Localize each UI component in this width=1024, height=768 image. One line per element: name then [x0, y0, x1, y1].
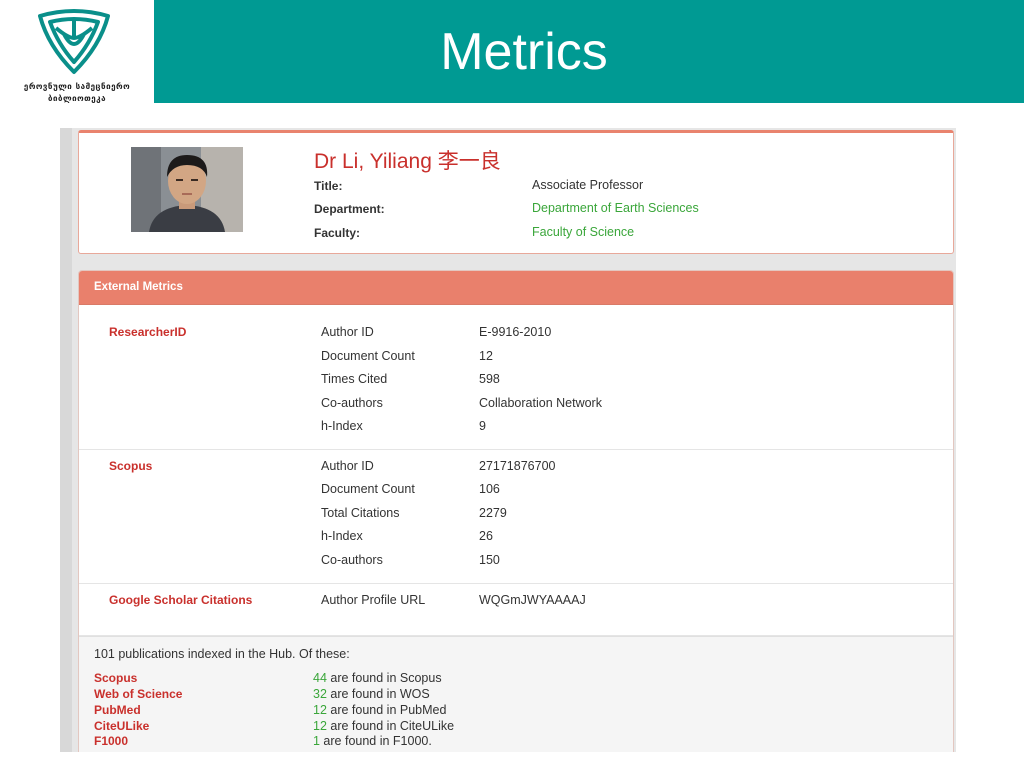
scopus-section: Scopus Author ID 27171876700 Document Co…: [79, 449, 953, 584]
logo-text-line1: ეროვნული სამეცნიერო: [23, 82, 131, 91]
metric-label: Author Profile URL: [321, 593, 426, 607]
hub-wos-text: 32 are found in WOS: [313, 687, 430, 701]
hub-scopus-desc: are found in Scopus: [326, 671, 442, 685]
metric-label: Document Count: [321, 349, 415, 363]
metric-label: Times Cited: [321, 372, 388, 386]
header-band: Metrics: [154, 0, 1024, 103]
google-scholar-heading[interactable]: Google Scholar Citations: [109, 593, 252, 607]
profile-screenshot: Dr Li, Yiliang 李一良 Title: Associate Prof…: [60, 128, 956, 752]
metric-label: h-Index: [321, 529, 363, 543]
metrics-panel-title: External Metrics: [94, 281, 183, 293]
logo-text-line2: ბიბლიოთეკა: [47, 94, 107, 103]
hub-pubmed-count[interactable]: 12: [313, 703, 327, 717]
hub-citeulike-text: 12 are found in CiteULike: [313, 719, 454, 733]
metric-label: Document Count: [321, 482, 415, 496]
metric-label: Co-authors: [321, 553, 383, 567]
scopus-total-citations-link[interactable]: 2279: [479, 506, 507, 520]
profile-card: Dr Li, Yiliang 李一良 Title: Associate Prof…: [78, 130, 954, 254]
hub-citeulike-desc: are found in CiteULike: [326, 719, 455, 733]
metric-label: Co-authors: [321, 396, 383, 410]
researcherid-coauthors-link[interactable]: Collaboration Network: [479, 396, 602, 410]
department-label: Department:: [314, 202, 385, 216]
researcherid-h-index-value: 9: [479, 419, 486, 433]
hub-citeulike-link[interactable]: CiteULike: [94, 719, 149, 733]
metric-label: Total Citations: [321, 506, 400, 520]
title-label: Title:: [314, 179, 343, 193]
slide-title: Metrics: [440, 23, 608, 81]
hub-f1000-desc: are found in F1000.: [319, 734, 432, 748]
researcherid-document-count-link[interactable]: 12: [479, 349, 493, 363]
hub-citeulike-count[interactable]: 12: [313, 719, 327, 733]
metric-label: h-Index: [321, 419, 363, 433]
scopus-heading[interactable]: Scopus: [109, 459, 152, 473]
hub-pubmed-text: 12 are found in PubMed: [313, 703, 446, 717]
hub-pubmed-desc: are found in PubMed: [326, 703, 447, 717]
profile-photo: [131, 147, 243, 232]
hub-f1000-text: 1 are found in F1000.: [313, 734, 432, 748]
hub-scopus-count[interactable]: 44: [313, 671, 327, 685]
researcherid-author-id-link[interactable]: E-9916-2010: [479, 325, 551, 339]
researcherid-section: ResearcherID Author ID E-9916-2010 Docum…: [79, 305, 953, 450]
scopus-author-id-link[interactable]: 27171876700: [479, 459, 555, 473]
library-logo-icon: [38, 9, 110, 74]
researcherid-times-cited-link[interactable]: 598: [479, 372, 500, 386]
faculty-label: Faculty:: [314, 226, 361, 240]
hub-f1000-link[interactable]: F1000: [94, 734, 128, 748]
metric-label: Author ID: [321, 459, 374, 473]
hub-wos-count[interactable]: 32: [313, 687, 327, 701]
title-value: Associate Professor: [532, 178, 644, 192]
hub-scopus-link[interactable]: Scopus: [94, 671, 137, 685]
faculty-link[interactable]: Faculty of Science: [532, 225, 634, 239]
researcherid-heading[interactable]: ResearcherID: [109, 325, 186, 339]
metrics-panel-header: External Metrics: [79, 271, 953, 305]
google-scholar-profile-link[interactable]: WQGmJWYAAAAJ: [479, 593, 586, 607]
metric-label: Author ID: [321, 325, 374, 339]
scopus-h-index-value: 26: [479, 529, 493, 543]
library-logo: ეროვნული სამეცნიერო ბიბლიოთეკა: [0, 0, 154, 103]
hub-summary: 101 publications indexed in the Hub. Of …: [79, 636, 953, 752]
hub-wos-link[interactable]: Web of Science: [94, 687, 182, 701]
hub-intro-text: 101 publications indexed in the Hub. Of …: [94, 647, 350, 661]
scopus-document-count-link[interactable]: 106: [479, 482, 500, 496]
profile-name: Dr Li, Yiliang 李一良: [314, 150, 501, 173]
hub-scopus-text: 44 are found in Scopus: [313, 671, 442, 685]
hub-wos-desc: are found in WOS: [326, 687, 430, 701]
scopus-coauthors-link[interactable]: 150: [479, 553, 500, 567]
page-edge-shade: [60, 128, 72, 752]
google-scholar-section: Google Scholar Citations Author Profile …: [79, 583, 953, 636]
external-metrics-panel: External Metrics ResearcherID Author ID …: [78, 270, 954, 752]
hub-pubmed-link[interactable]: PubMed: [94, 703, 141, 717]
hub-f1000-count[interactable]: 1: [313, 734, 320, 748]
department-link[interactable]: Department of Earth Sciences: [532, 201, 699, 215]
